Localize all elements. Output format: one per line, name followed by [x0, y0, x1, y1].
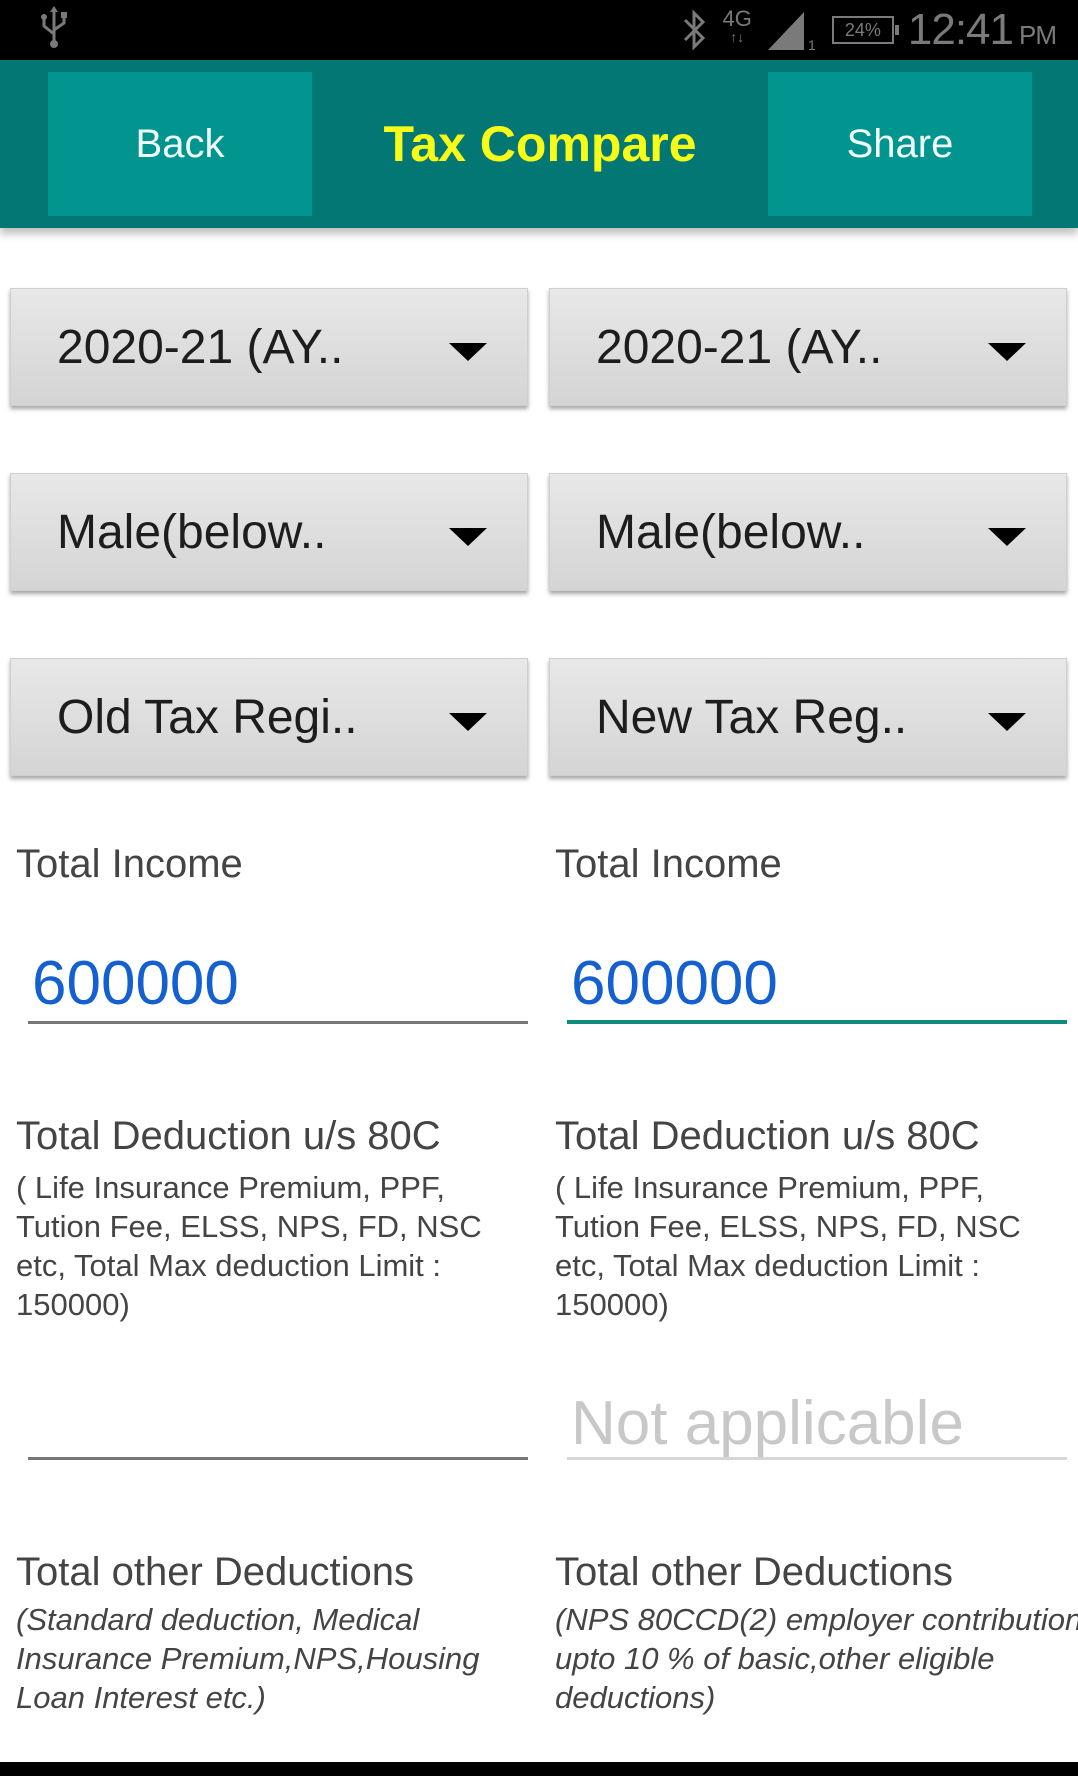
category-dropdown-left[interactable]: Male(below..	[10, 473, 528, 591]
total-income-label: Total Income	[555, 842, 782, 886]
total-income-input-right[interactable]: 600000	[567, 948, 1067, 1024]
network-indicator: 4G ↑↓	[722, 6, 752, 45]
dropdown-arrow-icon	[988, 713, 1026, 731]
category-dropdown-right[interactable]: Male(below..	[549, 473, 1067, 591]
deduction-80c-input-right: Not applicable	[567, 1388, 1067, 1460]
deduction-80c-description: ( Life Insurance Premium, PPF, Tution Fe…	[555, 1170, 1021, 1322]
network-type: 4G	[722, 6, 752, 31]
bluetooth-icon	[683, 9, 705, 51]
app-toolbar: Back Tax Compare Share	[0, 60, 1078, 228]
right-comparison-column: 2020-21 (AY.. Male(below.. New Tax Reg..…	[539, 228, 1078, 1768]
dropdown-value: New Tax Reg..	[596, 690, 908, 744]
signal-icon: 1	[767, 12, 816, 52]
status-bar: 4G ↑↓ 1 24% 12:41 PM	[0, 0, 1078, 60]
dropdown-value: Male(below..	[57, 505, 327, 559]
clock-time: 12:41	[907, 5, 1014, 54]
dropdown-value: Old Tax Regi..	[57, 690, 358, 744]
share-button[interactable]: Share	[768, 72, 1032, 216]
clock-ampm: PM	[1019, 20, 1057, 50]
assessment-year-dropdown-left[interactable]: 2020-21 (AY..	[10, 288, 528, 406]
deduction-80c-description: ( Life Insurance Premium, PPF, Tution Fe…	[16, 1170, 482, 1322]
dropdown-arrow-icon	[988, 343, 1026, 361]
total-income-input-left[interactable]: 600000	[28, 948, 528, 1024]
other-deductions-description: (Standard deduction, Medical Insurance P…	[16, 1602, 480, 1715]
tax-regime-dropdown-left[interactable]: Old Tax Regi..	[10, 658, 528, 776]
deduction-80c-label: Total Deduction u/s 80C	[555, 1114, 980, 1158]
deduction-80c-input-left[interactable]	[28, 1388, 528, 1460]
other-deductions-description: (NPS 80CCD(2) employer contribution upto…	[555, 1602, 1078, 1715]
deduction-80c-label: Total Deduction u/s 80C	[16, 1114, 441, 1158]
sim-slot: 1	[808, 37, 816, 52]
usb-icon	[41, 6, 67, 48]
other-deductions-label: Total other Deductions	[16, 1550, 415, 1594]
page-title: Tax Compare	[383, 116, 697, 172]
dropdown-value: 2020-21 (AY..	[57, 320, 344, 374]
back-button[interactable]: Back	[48, 72, 312, 216]
tax-regime-dropdown-right[interactable]: New Tax Reg..	[549, 658, 1067, 776]
total-income-label: Total Income	[16, 842, 243, 886]
dropdown-arrow-icon	[988, 528, 1026, 546]
dropdown-value: Male(below..	[596, 505, 866, 559]
left-comparison-column: 2020-21 (AY.. Male(below.. Old Tax Regi.…	[0, 228, 539, 1768]
dropdown-arrow-icon	[449, 713, 487, 731]
other-deductions-label: Total other Deductions	[555, 1550, 954, 1594]
navigation-bar	[0, 1762, 1078, 1776]
battery-indicator: 24%	[831, 16, 899, 44]
dropdown-arrow-icon	[449, 343, 487, 361]
network-activity-icon: ↑↓	[730, 29, 745, 45]
assessment-year-dropdown-right[interactable]: 2020-21 (AY..	[549, 288, 1067, 406]
clock: 12:41 PM	[907, 5, 1057, 55]
dropdown-arrow-icon	[449, 528, 487, 546]
dropdown-value: 2020-21 (AY..	[596, 320, 883, 374]
